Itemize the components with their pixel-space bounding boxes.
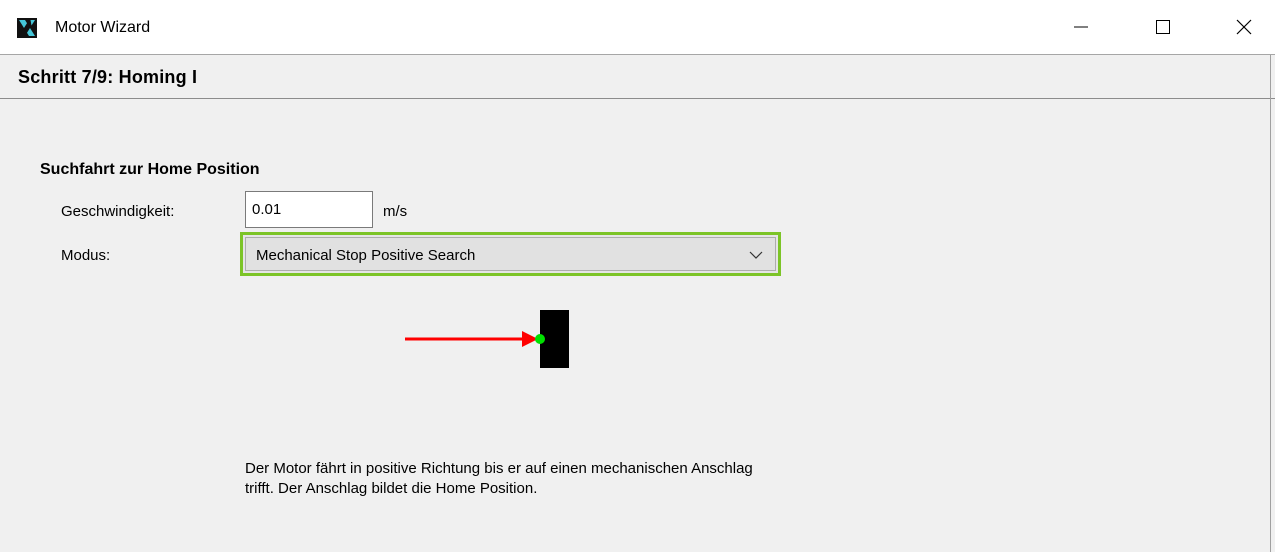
step-header: Schritt 7/9: Homing I	[0, 54, 1275, 99]
minimize-button[interactable]	[1050, 0, 1112, 54]
maximize-button[interactable]	[1132, 0, 1194, 54]
mode-description: Der Motor fährt in positive Richtung bis…	[245, 460, 753, 497]
content-panel: Suchfahrt zur Home Position Geschwindigk…	[0, 99, 1275, 552]
minimize-icon	[1074, 26, 1088, 28]
motor-wizard-window: Motor Wizard Schritt 7/9: Homing I Suchf…	[0, 0, 1275, 552]
home-position-point	[535, 334, 545, 344]
mode-selected-value: Mechanical Stop Positive Search	[256, 247, 476, 264]
close-button[interactable]	[1213, 0, 1275, 54]
step-title: Schritt 7/9: Homing I	[18, 67, 198, 87]
homing-diagram	[405, 310, 569, 368]
mode-dropdown[interactable]: Mechanical Stop Positive Search	[240, 232, 781, 276]
app-logo-icon	[17, 18, 37, 38]
speed-label: Geschwindigkeit:	[61, 203, 175, 220]
mode-dropdown-field[interactable]: Mechanical Stop Positive Search	[245, 237, 776, 271]
speed-unit: m/s	[383, 203, 408, 220]
section-title: Suchfahrt zur Home Position	[40, 161, 260, 178]
mode-label: Modus:	[61, 247, 111, 264]
chevron-down-icon[interactable]	[749, 250, 763, 260]
window-title: Motor Wizard	[55, 19, 151, 36]
divider	[1270, 99, 1271, 552]
speed-input[interactable]	[245, 191, 373, 228]
close-icon	[1236, 19, 1252, 35]
title-bar: Motor Wizard	[0, 0, 1275, 54]
divider	[1270, 55, 1271, 99]
maximize-icon	[1156, 20, 1170, 34]
